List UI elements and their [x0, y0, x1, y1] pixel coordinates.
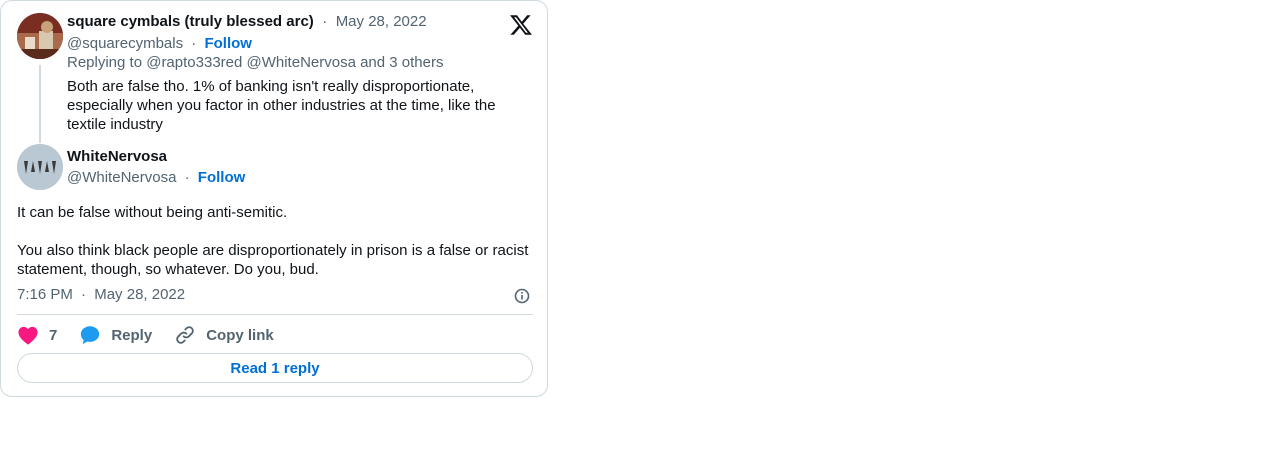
separator-dot: ·	[184, 169, 190, 186]
reply-label: Reply	[111, 326, 153, 344]
tweet-paragraph: It can be false without being anti-semit…	[17, 204, 288, 221]
separator-dot: ·	[191, 35, 197, 52]
author-name[interactable]: square cymbals (truly blessed arc)	[67, 13, 314, 30]
author-name[interactable]: WhiteNervosa	[67, 148, 167, 165]
parent-header: square cymbals (truly blessed arc) · May…	[67, 13, 507, 31]
like-count: 7	[49, 326, 58, 344]
parent-tweet-text: Both are false tho. 1% of banking isn't …	[67, 78, 496, 133]
author-handle[interactable]: @WhiteNervosa	[67, 169, 176, 186]
tweet-time[interactable]: 7:16 PM	[17, 286, 73, 303]
copy-link-button[interactable]: Copy link	[174, 324, 274, 346]
tweet-timestamp: 7:16 PM · May 28, 2022	[17, 286, 185, 303]
like-button[interactable]: 7	[17, 325, 57, 345]
reply-bubble-icon	[81, 326, 100, 345]
divider	[17, 314, 533, 315]
avatar[interactable]	[17, 144, 63, 190]
replying-to-line[interactable]: Replying to @rapto333red @WhiteNervosa a…	[67, 54, 444, 71]
avatar[interactable]	[17, 13, 63, 59]
separator-dot: ·	[81, 286, 87, 303]
tweet-date[interactable]: May 28, 2022	[336, 13, 427, 30]
embedded-tweet-card: square cymbals (truly blessed arc) · May…	[0, 0, 548, 397]
tweet-paragraph: You also think black people are dispropo…	[17, 242, 529, 278]
info-icon[interactable]	[513, 287, 531, 305]
reply-button[interactable]: Reply	[79, 324, 152, 346]
main-tweet-text: It can be false without being anti-semit…	[17, 203, 533, 298]
tweet-actions: 7 Reply Copy link	[17, 324, 296, 346]
main-handle-row: @WhiteNervosa · Follow	[67, 169, 245, 186]
separator-dot: ·	[322, 13, 328, 30]
x-logo-icon[interactable]	[509, 13, 535, 39]
tweet-date[interactable]: May 28, 2022	[94, 286, 185, 303]
copy-link-label: Copy link	[206, 326, 274, 344]
follow-button[interactable]: Follow	[204, 35, 252, 52]
author-handle[interactable]: @squarecymbals	[67, 35, 183, 52]
thread-connector-line	[39, 65, 41, 143]
main-tweet-header: WhiteNervosa @WhiteNervosa · Follow	[17, 144, 533, 192]
parent-handle-row: @squarecymbals · Follow	[67, 35, 252, 52]
link-icon	[176, 326, 194, 344]
read-replies-button[interactable]: Read 1 reply	[17, 353, 533, 383]
heart-icon	[18, 326, 38, 345]
follow-button[interactable]: Follow	[198, 169, 246, 186]
